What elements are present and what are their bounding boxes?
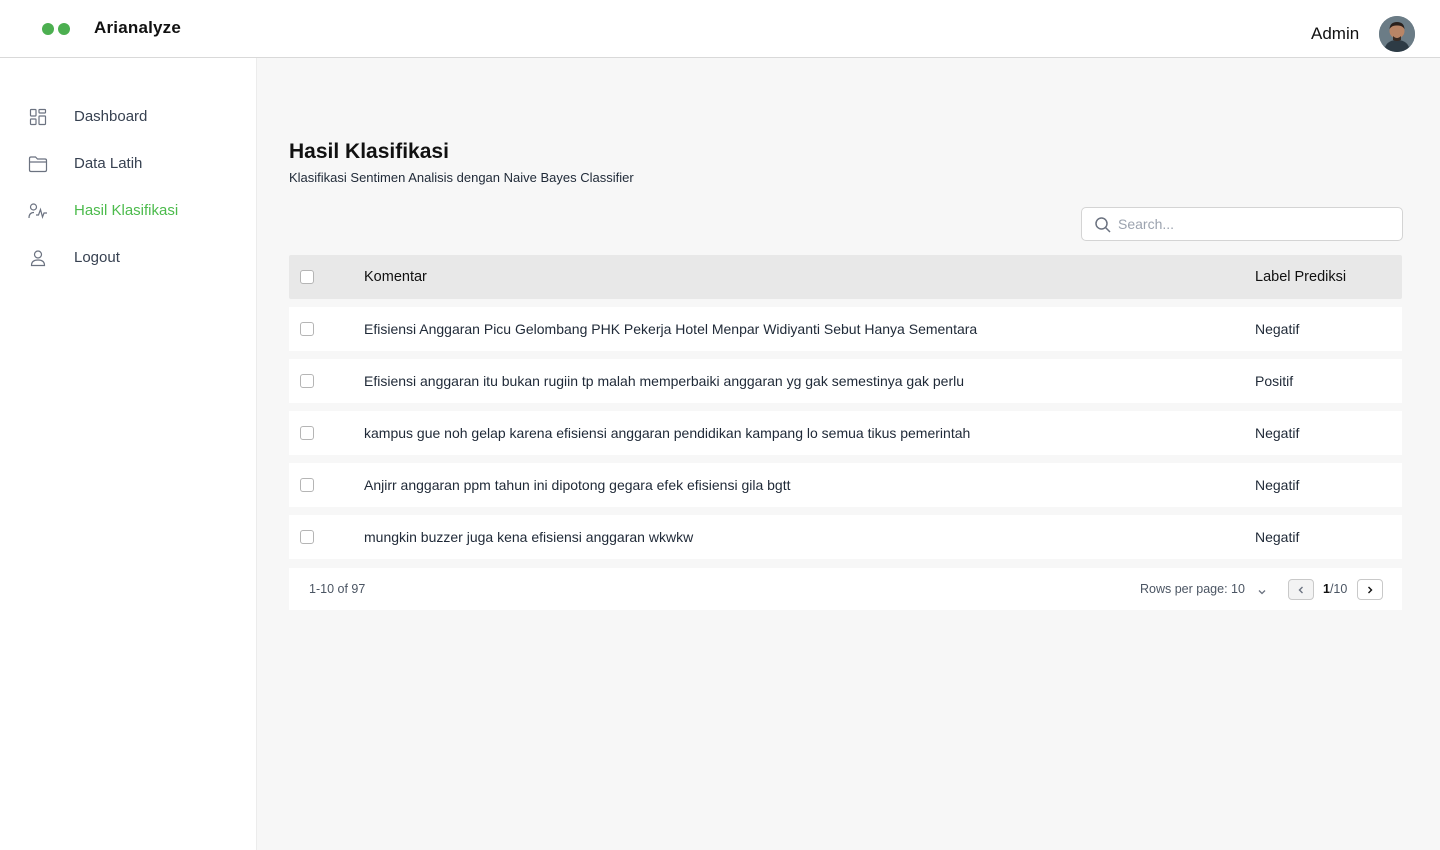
app-brand: Arianalyze (94, 18, 182, 37)
sidebar-item-label: Data Latih (74, 155, 143, 172)
user-icon (28, 248, 48, 268)
next-page-button[interactable] (1357, 579, 1383, 600)
folder-icon (28, 154, 48, 174)
chevron-right-icon (1368, 586, 1373, 593)
cell-komentar: Efisiensi anggaran itu bukan rugiin tp m… (364, 373, 965, 389)
cell-label-prediksi: Negatif (1255, 425, 1300, 441)
previous-page-button[interactable] (1288, 579, 1314, 600)
sidebar-item-data-latih[interactable]: Data Latih (0, 146, 257, 182)
sidebar: Dashboard Data Latih Hasil Klasifikasi L… (0, 58, 257, 850)
cell-komentar: kampus gue noh gelap karena efisiensi an… (364, 425, 971, 441)
search-input[interactable] (1118, 212, 1396, 236)
user-name: Admin (1311, 24, 1360, 43)
cell-label-prediksi: Negatif (1255, 477, 1300, 493)
row-checkbox[interactable] (300, 322, 314, 336)
table-row[interactable]: Efisiensi anggaran itu bukan rugiin tp m… (289, 359, 1402, 403)
chevron-left-icon (1298, 586, 1303, 593)
cell-komentar: Anjirr anggaran ppm tahun ini dipotong g… (364, 477, 791, 493)
avatar[interactable] (1379, 16, 1415, 52)
cell-komentar: mungkin buzzer juga kena efisiensi angga… (364, 529, 694, 545)
total-pages: /10 (1329, 582, 1348, 596)
pagination-range: 1-10 of 97 (309, 582, 366, 596)
sidebar-item-hasil-klasifikasi[interactable]: Hasil Klasifikasi (0, 193, 257, 229)
search-box[interactable] (1081, 207, 1403, 241)
table-row[interactable]: mungkin buzzer juga kena efisiensi angga… (289, 515, 1402, 559)
sidebar-item-dashboard[interactable]: Dashboard (0, 99, 257, 135)
row-checkbox[interactable] (300, 426, 314, 440)
logo-dot (42, 23, 54, 35)
search-icon (1094, 216, 1112, 234)
cell-komentar: Efisiensi Anggaran Picu Gelombang PHK Pe… (364, 321, 978, 337)
column-header-label-prediksi[interactable]: Label Prediksi (1255, 269, 1346, 285)
column-header-komentar[interactable]: Komentar (364, 269, 427, 285)
main-content: Hasil Klasifikasi Klasifikasi Sentimen A… (257, 58, 1440, 850)
dashboard-icon (28, 107, 48, 127)
logo-dot (58, 23, 70, 35)
table-row[interactable]: Anjirr anggaran ppm tahun ini dipotong g… (289, 463, 1402, 507)
page-title: Hasil Klasifikasi (289, 140, 449, 163)
avatar-image (1379, 16, 1415, 52)
table-row[interactable]: Efisiensi Anggaran Picu Gelombang PHK Pe… (289, 307, 1402, 351)
chevron-down-icon[interactable] (1257, 584, 1267, 595)
table-footer: 1-10 of 97 Rows per page: 10 1/10 (289, 568, 1402, 610)
cell-label-prediksi: Negatif (1255, 321, 1300, 337)
sidebar-item-label: Logout (74, 249, 120, 266)
row-checkbox[interactable] (300, 478, 314, 492)
sidebar-item-logout[interactable]: Logout (0, 240, 257, 276)
row-checkbox[interactable] (300, 374, 314, 388)
page-indicator: 1/10 (1323, 582, 1347, 596)
row-checkbox[interactable] (300, 530, 314, 544)
top-bar: Arianalyze Admin (0, 0, 1440, 58)
rows-per-page-select[interactable]: Rows per page: 10 (1140, 582, 1245, 596)
select-all-checkbox[interactable] (300, 270, 314, 284)
table-header: Komentar Label Prediksi (289, 255, 1402, 299)
logo (42, 23, 70, 35)
sidebar-item-label: Dashboard (74, 108, 148, 125)
page-subtitle: Klasifikasi Sentimen Analisis dengan Nai… (289, 170, 634, 185)
activity-user-icon (28, 201, 48, 221)
cell-label-prediksi: Negatif (1255, 529, 1300, 545)
sidebar-item-label: Hasil Klasifikasi (74, 202, 179, 219)
cell-label-prediksi: Positif (1255, 373, 1294, 389)
current-page: 1 (1323, 582, 1330, 596)
table-row[interactable]: kampus gue noh gelap karena efisiensi an… (289, 411, 1402, 455)
